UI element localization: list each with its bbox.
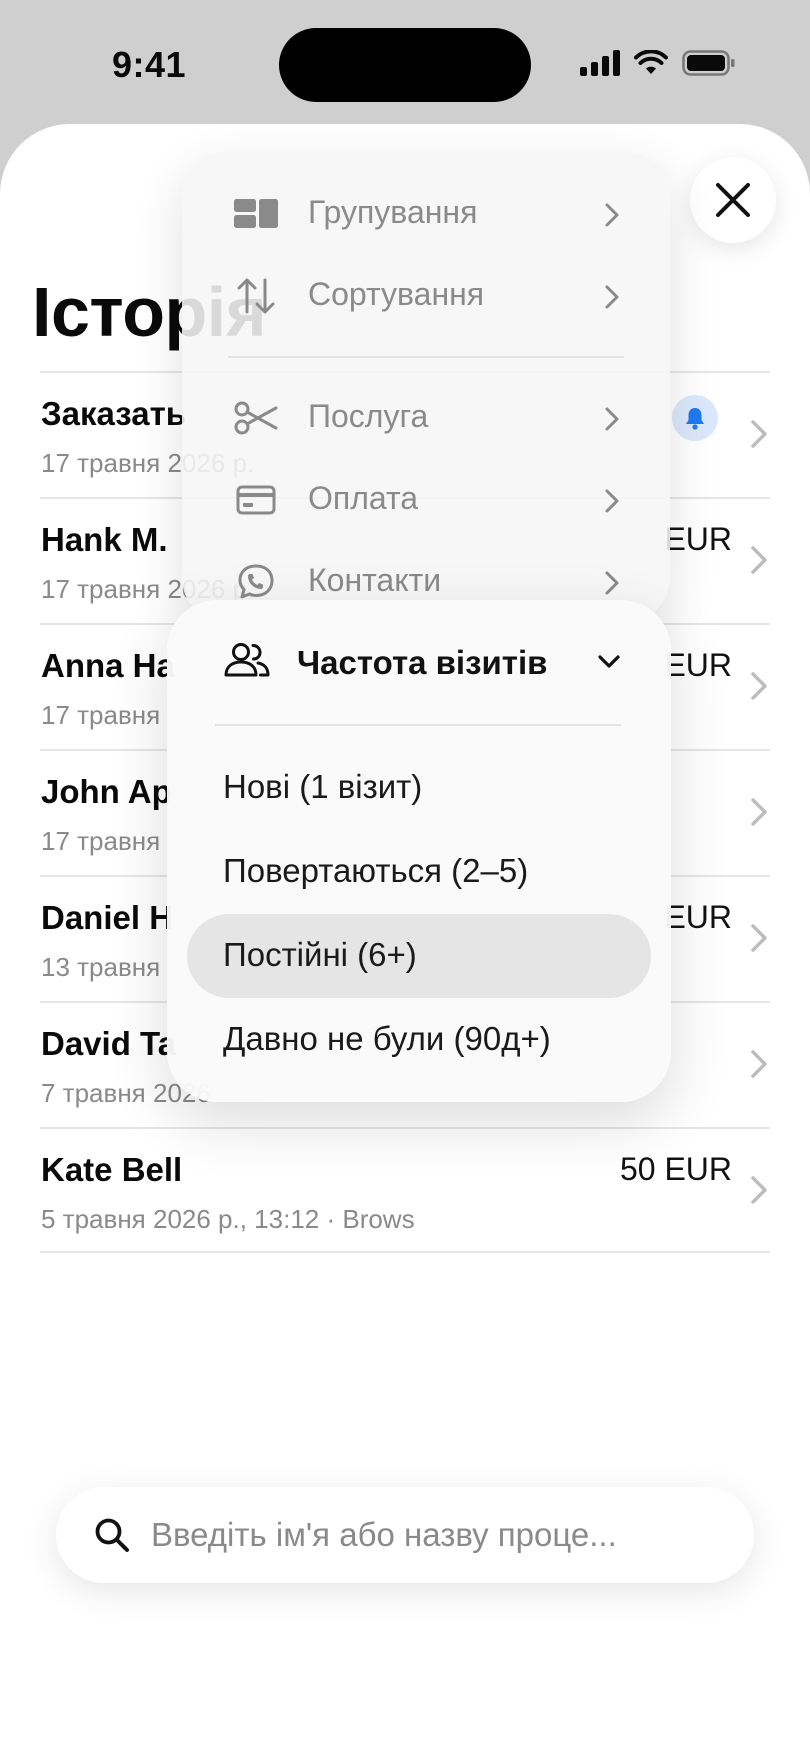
row-name: Kate Bell (41, 1151, 183, 1188)
search-input[interactable] (151, 1487, 711, 1583)
row-subtitle: 5 травня 2026 р., 13:12 · Brows (41, 1204, 415, 1234)
users-icon (224, 643, 270, 677)
menu-item-label: Контакти (308, 562, 442, 598)
menu-item-sorting[interactable]: Сортування (182, 256, 670, 336)
row-price: EUR (664, 647, 732, 683)
row-subtitle: 13 травня (41, 952, 161, 982)
grid-icon (234, 194, 278, 234)
row-name: David Ta (41, 1025, 177, 1062)
chevron-down-icon (598, 655, 620, 668)
row-subtitle: 17 травня (41, 700, 161, 730)
option-label: Нові (1 візит) (223, 768, 423, 805)
menu-item-label: Послуга (308, 398, 429, 434)
chevron-right-icon (605, 571, 619, 595)
chevron-right-icon (751, 1050, 767, 1078)
row-subtitle: 17 травня (41, 826, 161, 856)
status-time: 9:41 (112, 44, 187, 85)
menu-item-grouping[interactable]: Групування (182, 174, 670, 254)
menu-item-label: Сортування (308, 276, 485, 312)
sort-arrows-icon (234, 276, 278, 316)
chevron-right-icon (751, 420, 767, 448)
signal-icon (580, 50, 620, 76)
status-icons (580, 50, 736, 76)
row-price: EUR (664, 521, 732, 557)
submenu-divider (215, 724, 621, 726)
option-lapsed[interactable]: Давно не були (90д+) (187, 998, 651, 1082)
status-bar: 9:41 (0, 0, 810, 130)
chevron-right-icon (751, 672, 767, 700)
credit-card-icon (234, 480, 278, 520)
menu-item-label: Групування (308, 194, 478, 230)
row-name: Daniel H (41, 899, 174, 936)
close-button[interactable] (690, 157, 776, 243)
bell-icon (686, 408, 704, 430)
wifi-icon (634, 50, 668, 74)
visit-frequency-submenu: Частота візитів Нові (1 візит) Повертают… (167, 600, 671, 1102)
list-item[interactable]: Kate Bell 5 травня 2026 р., 13:12 · Brow… (40, 1127, 770, 1253)
search-bar[interactable] (56, 1487, 754, 1583)
menu-item-label: Оплата (308, 480, 419, 516)
chevron-right-icon (605, 489, 619, 513)
dynamic-island (279, 28, 531, 102)
row-name: Anna Ha (41, 647, 175, 684)
row-name: John Ap (41, 773, 172, 810)
close-icon (716, 183, 750, 217)
submenu-title: Частота візитів (297, 644, 548, 681)
option-returning[interactable]: Повертаються (2–5) (187, 830, 651, 914)
menu-divider (228, 356, 624, 358)
phone-chat-icon (234, 562, 278, 602)
chevron-right-icon (751, 924, 767, 952)
option-label: Постійні (6+) (223, 936, 417, 973)
chevron-right-icon (605, 285, 619, 309)
submenu-header[interactable]: Частота візитів (167, 600, 671, 728)
menu-item-payment[interactable]: Оплата (182, 460, 670, 540)
chevron-right-icon (751, 798, 767, 826)
search-icon (95, 1518, 129, 1552)
chevron-right-icon (751, 546, 767, 574)
chevron-right-icon (605, 203, 619, 227)
option-new[interactable]: Нові (1 візит) (187, 746, 651, 830)
row-price: EUR (664, 899, 732, 935)
row-name: Заказать (41, 395, 187, 432)
option-label: Повертаються (2–5) (223, 852, 529, 889)
menu-item-service[interactable]: Послуга (182, 378, 670, 458)
filter-menu: Групування Сортування Послуга Оплата Кон… (182, 152, 670, 622)
row-price: 50 EUR (619, 1151, 732, 1187)
chevron-right-icon (605, 407, 619, 431)
notification-badge (672, 395, 718, 441)
battery-icon (682, 50, 735, 76)
scissors-icon (234, 398, 278, 438)
option-label: Давно не були (90д+) (223, 1020, 551, 1057)
row-name: Hank M. (41, 521, 168, 558)
chevron-right-icon (751, 1176, 767, 1204)
option-regular[interactable]: Постійні (6+) (187, 914, 651, 998)
